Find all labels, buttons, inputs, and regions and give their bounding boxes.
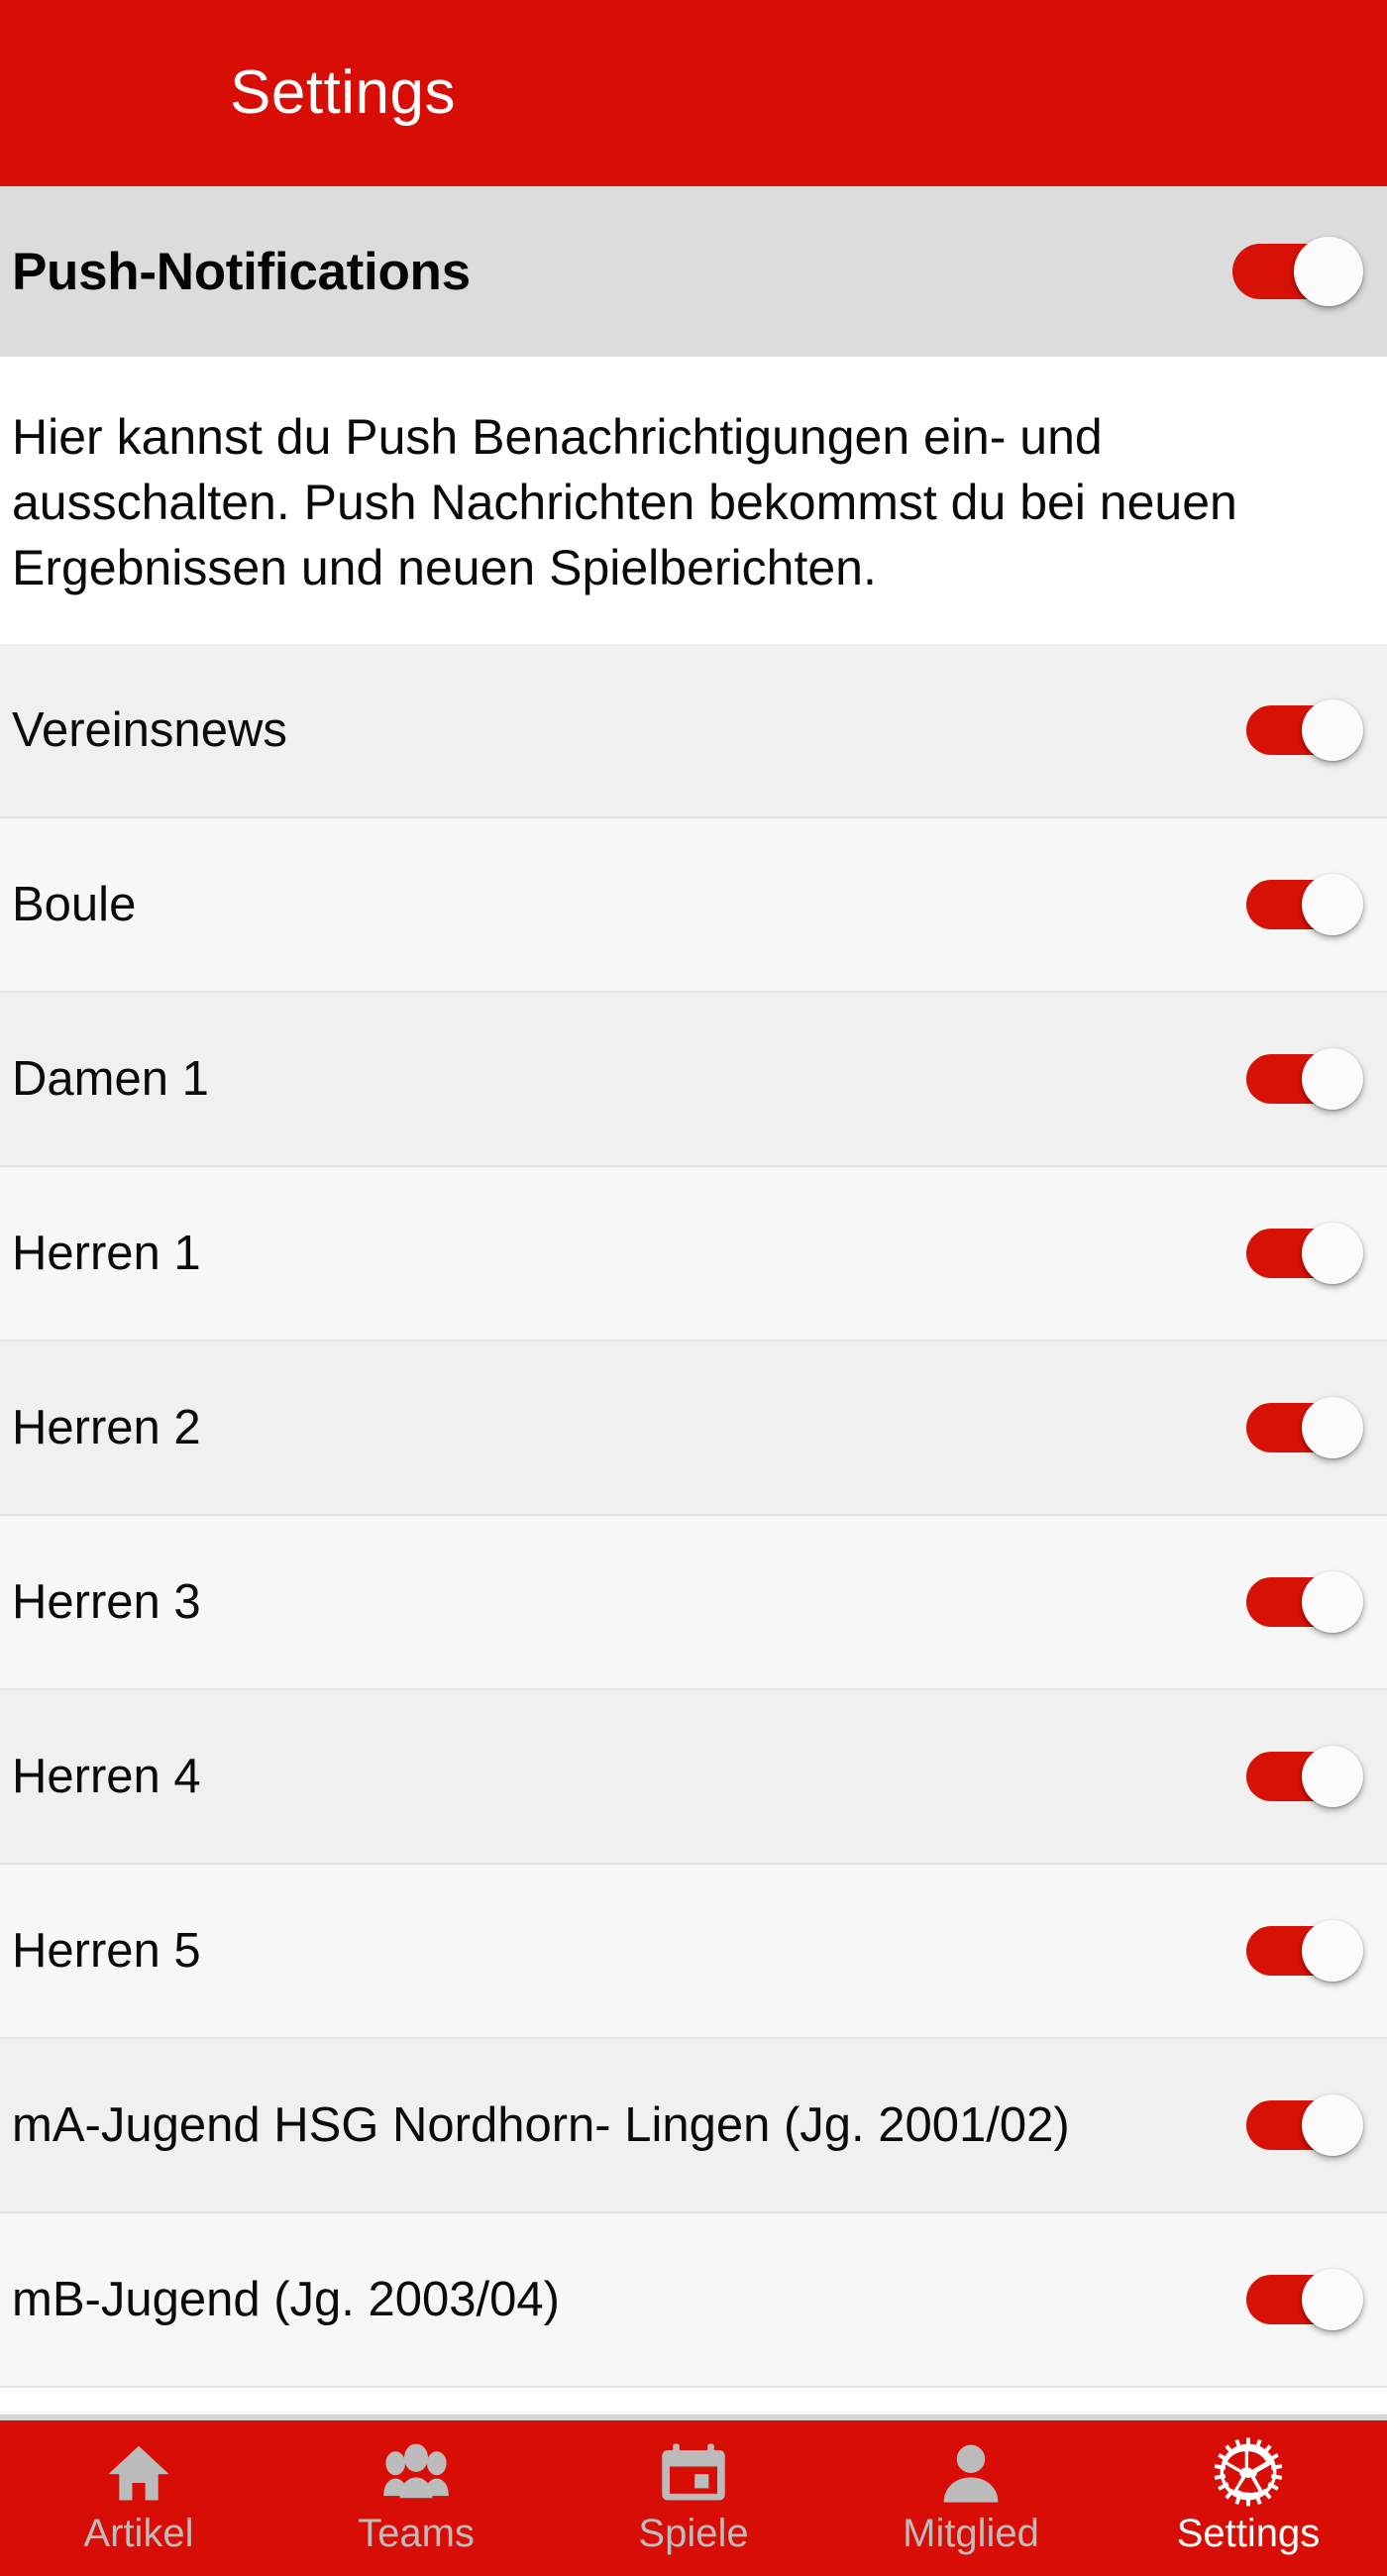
toggle-thumb [1302,2269,1363,2330]
nav-item-teams[interactable]: Teams [277,2420,555,2576]
list-item-toggle[interactable] [1246,1223,1363,1284]
toggle-thumb [1302,1571,1363,1633]
person-icon [932,2436,1010,2508]
calendar-icon [655,2436,732,2508]
list-item[interactable]: mB-Jugend (Jg. 2003/04) [0,2213,1387,2388]
toggle-thumb [1294,237,1363,306]
bottom-navigation-bar[interactable]: Artikel Teams Spiele Mitglied Settings [0,2420,1387,2576]
list-item[interactable]: Damen 1 [0,993,1387,1167]
list-item-label: Herren 4 [12,1750,201,1803]
push-notifications-toggle[interactable] [1232,237,1363,306]
nav-item-mitglied[interactable]: Mitglied [832,2420,1110,2576]
page-title: Settings [230,58,457,127]
toggle-thumb [1302,699,1363,761]
nav-item-label: Settings [1176,2512,1321,2555]
app-header: Settings [0,0,1387,186]
toggle-thumb [1302,1746,1363,1807]
list-item-toggle[interactable] [1246,2094,1363,2156]
list-item-label: mB-Jugend (Jg. 2003/04) [12,2273,560,2326]
toggle-thumb [1302,874,1363,935]
nav-item-label: Artikel [83,2512,194,2555]
list-item-label: mA-Jugend HSG Nordhorn- Lingen (Jg. 2001… [12,2098,1070,2152]
gear-icon [1210,2436,1287,2508]
nav-item-spiele[interactable]: Spiele [555,2420,832,2576]
list-item[interactable]: Herren 4 [0,1690,1387,1865]
list-item-toggle[interactable] [1246,1048,1363,1110]
list-item-label: Herren 3 [12,1575,201,1629]
nav-item-label: Spiele [638,2512,749,2555]
list-item-label: Vereinsnews [12,703,287,757]
description-block: Hier kannst du Push Benachrichtigungen e… [0,357,1387,644]
list-item-label: Boule [12,878,137,931]
push-notifications-label: Push-Notifications [12,242,471,301]
list-item[interactable]: Boule [0,818,1387,993]
list-item[interactable]: Herren 1 [0,1167,1387,1342]
people-group-icon [377,2436,455,2508]
list-item-toggle[interactable] [1246,2269,1363,2330]
nav-item-label: Mitglied [903,2512,1039,2555]
nav-item-settings[interactable]: Settings [1110,2420,1387,2576]
list-item-toggle[interactable] [1246,1397,1363,1458]
list-item[interactable]: mA-Jugend HSG Nordhorn- Lingen (Jg. 2001… [0,2039,1387,2213]
list-item-toggle[interactable] [1246,699,1363,761]
toggle-thumb [1302,2094,1363,2156]
list-item-label: Herren 1 [12,1227,201,1280]
list-item[interactable]: Herren 2 [0,1342,1387,1516]
toggle-thumb [1302,1048,1363,1110]
toggle-thumb [1302,1397,1363,1458]
push-notifications-section-header: Push-Notifications [0,186,1387,357]
list-item-label: Herren 5 [12,1924,201,1978]
list-item[interactable]: Vereinsnews [0,644,1387,818]
home-icon [100,2436,177,2508]
nav-item-artikel[interactable]: Artikel [0,2420,277,2576]
notification-channel-list[interactable]: Vereinsnews Boule Damen 1 Herren 1 Herren 2 H… [0,644,1387,2420]
list-item-toggle[interactable] [1246,874,1363,935]
list-item[interactable]: Herren 5 [0,1865,1387,2039]
list-item-toggle[interactable] [1246,1746,1363,1807]
toggle-thumb [1302,1223,1363,1284]
list-item-label: Damen 1 [12,1052,209,1106]
list-item-toggle[interactable] [1246,1920,1363,1982]
list-item[interactable]: Herren 3 [0,1516,1387,1690]
list-item-label: Herren 2 [12,1401,201,1454]
description-text: Hier kannst du Push Benachrichtigungen e… [12,409,1237,595]
toggle-thumb [1302,1920,1363,1982]
nav-item-label: Teams [358,2512,475,2555]
list-item-toggle[interactable] [1246,1571,1363,1633]
